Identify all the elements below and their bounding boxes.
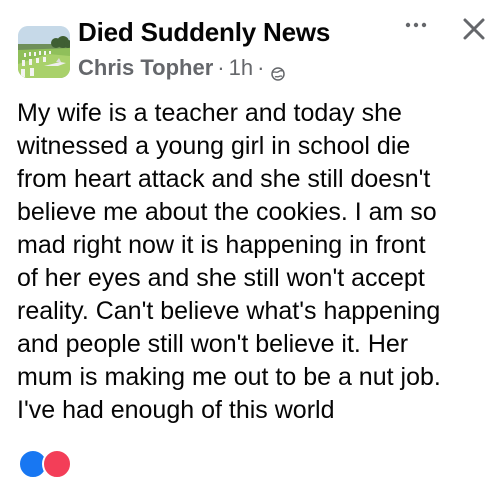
close-button[interactable]	[462, 17, 486, 41]
meta-separator: ·	[217, 55, 225, 80]
post-timestamp[interactable]: 1h	[229, 55, 253, 81]
more-options-button[interactable]	[402, 14, 436, 36]
post-body: My wife is a teacher and today she witne…	[17, 99, 441, 424]
author-name[interactable]: Chris Topher	[78, 55, 213, 81]
post-meta: Chris Topher · 1h ·	[78, 55, 286, 81]
group-name[interactable]: Died Suddenly News	[78, 17, 330, 48]
meta-separator-2: ·	[257, 55, 265, 80]
cemetery-avatar-image	[18, 26, 70, 78]
facebook-post: Died Suddenly News Chris Topher · 1h · M…	[0, 0, 500, 479]
close-icon	[463, 18, 485, 40]
more-options-icon	[405, 22, 427, 28]
group-avatar[interactable]	[18, 26, 70, 78]
globe-icon	[271, 61, 286, 81]
reaction-summary[interactable]	[18, 449, 72, 479]
love-icon	[42, 449, 72, 479]
